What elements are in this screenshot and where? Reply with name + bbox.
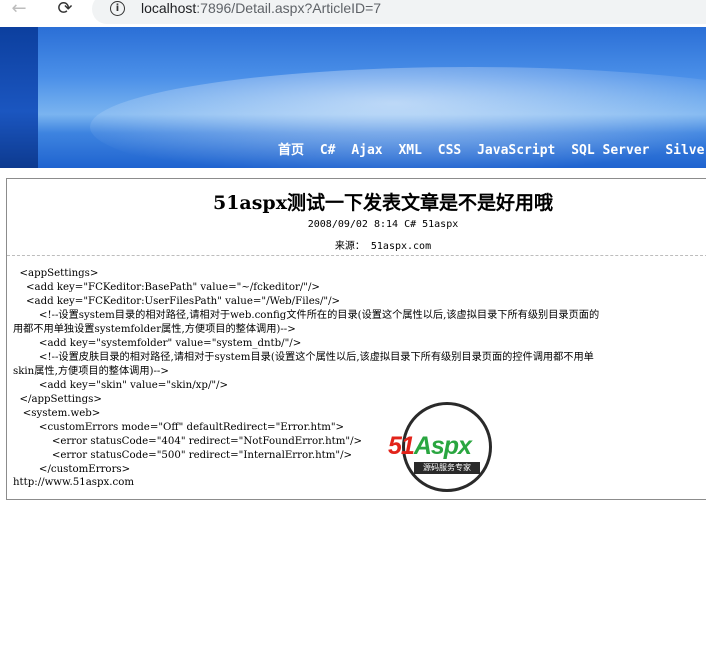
article-source: 来源： 51aspx.com <box>334 241 432 252</box>
article-meta: 2008/09/02 8:14 C# 51aspx <box>307 219 459 230</box>
article-title: 51aspx测试一下发表文章是不是好用哦 <box>212 192 554 214</box>
code-line: 用都不用单独设置systemfolder属性,方便项目的整体调用)--> <box>13 324 296 335</box>
logo-brand: 51Aspx <box>388 432 472 461</box>
code-line: </appSettings> <box>13 394 102 405</box>
menu-item-ajax[interactable]: Ajax <box>351 143 382 158</box>
menu-item-sql-server[interactable]: SQL Server <box>571 143 649 158</box>
menu-item-xml[interactable]: XML <box>398 143 421 158</box>
code-line: <add key="FCKeditor:BasePath" value="~/f… <box>13 282 320 293</box>
logo-brand-text: Aspx <box>413 432 472 460</box>
code-line: <error statusCode="500" redirect="Intern… <box>13 450 353 461</box>
code-line: <customErrors mode="Off" defaultRedirect… <box>13 422 345 433</box>
menu-item-home[interactable]: 首页 <box>278 143 304 158</box>
banner-left-strip <box>0 27 38 168</box>
menu-item-csharp[interactable]: C# <box>320 143 336 158</box>
browser-toolbar: ← ⟳ i localhost:7896/Detail.aspx?Article… <box>0 0 706 27</box>
article-panel: 51aspx测试一下发表文章是不是好用哦 2008/09/02 8:14 C# … <box>6 178 706 500</box>
article-body-code: <appSettings> <add key="FCKeditor:BasePa… <box>13 267 706 477</box>
code-line: <add key="systemfolder" value="system_dn… <box>13 338 302 349</box>
reload-icon[interactable]: ⟳ <box>54 0 76 20</box>
main-menu: 首页 C# Ajax XML CSS JavaScript SQL Server… <box>278 139 706 158</box>
site-banner: 首页 C# Ajax XML CSS JavaScript SQL Server… <box>0 27 706 168</box>
url-host: localhost <box>141 0 197 16</box>
article-footer-link[interactable]: http://www.51aspx.com <box>13 477 134 488</box>
code-line: <add key="skin" value="skin/xp/"/> <box>13 380 229 391</box>
site-info-icon[interactable]: i <box>110 1 125 16</box>
code-line: <system.web> <box>13 408 101 419</box>
url-path: :7896/Detail.aspx?ArticleID=7 <box>196 0 382 16</box>
51aspx-logo: 51Aspx 源码服务专家 <box>388 402 514 498</box>
code-line: <error statusCode="404" redirect="NotFou… <box>13 436 363 447</box>
menu-item-javascript[interactable]: JavaScript <box>477 143 555 158</box>
menu-item-silverlight[interactable]: SilverLi <box>665 143 706 158</box>
back-arrow-icon[interactable]: ← <box>8 0 30 20</box>
menu-item-css[interactable]: CSS <box>438 143 461 158</box>
code-line: </customErrors> <box>13 464 131 475</box>
logo-tagline: 源码服务专家 <box>414 462 480 474</box>
article-divider <box>7 255 706 256</box>
code-line: skin属性,方便项目的整体调用)--> <box>13 366 169 377</box>
logo-brand-number: 51 <box>388 432 415 460</box>
code-line: <add key="FCKeditor:UserFilesPath" value… <box>13 296 341 307</box>
code-line: <appSettings> <box>13 268 99 279</box>
code-line: <!--设置皮肤目录的相对路径,请相对于system目录(设置这个属性以后,该虚… <box>13 352 594 363</box>
address-url[interactable]: localhost:7896/Detail.aspx?ArticleID=7 <box>141 0 381 16</box>
code-line: <!--设置system目录的相对路径,请相对于web.config文件所在的目… <box>13 310 600 321</box>
